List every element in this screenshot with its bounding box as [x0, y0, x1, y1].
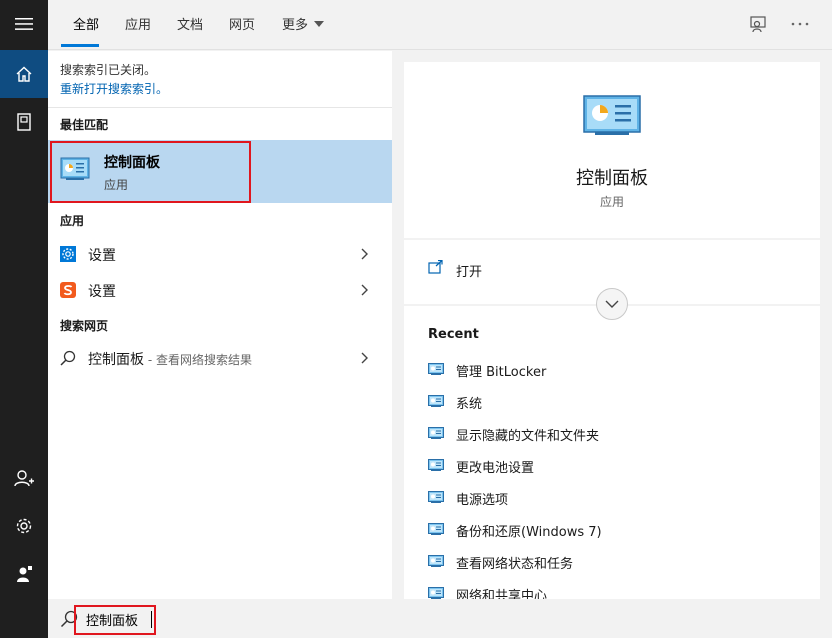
recent-list: Recent 管理 BitLocker 系统显示隐藏的文件和文件夹 更改电池设置 电源…: [404, 306, 820, 599]
expand-button[interactable]: [596, 288, 628, 320]
recent-item[interactable]: 备份和还原(Windows 7): [428, 518, 808, 542]
detail-header: 控制面板 应用: [404, 62, 820, 238]
open-label: 打开: [456, 265, 483, 280]
chevron-down-icon: [314, 21, 325, 27]
reenable-index-link[interactable]: 重新打开搜索索引。: [60, 80, 168, 99]
recent-item-label: 查看网络状态和任务: [456, 557, 574, 572]
results-panel: 搜索索引已关闭。 重新打开搜索索引。 最佳匹配 控制面板 应用 应用 设置 设置…: [48, 51, 392, 599]
recent-item-label: 更改电池设置: [456, 461, 535, 476]
tab-all[interactable]: 全部: [73, 14, 99, 48]
detail-title: 控制面板: [576, 168, 648, 189]
detail-subtitle: 应用: [599, 195, 624, 209]
chevron-right-icon[interactable]: [361, 248, 369, 260]
recent-item[interactable]: 电源选项: [428, 486, 808, 510]
hamburger-menu-icon[interactable]: [0, 0, 48, 48]
feedback-person-icon[interactable]: [0, 550, 48, 598]
tab-apps[interactable]: 应用: [125, 14, 151, 48]
recent-item[interactable]: 系统: [428, 390, 808, 414]
control-panel-item-icon: [428, 459, 444, 475]
recent-item-label: 管理 BitLocker: [456, 365, 547, 380]
search-icon: [60, 350, 76, 366]
settings-app-icon: [60, 246, 76, 262]
recent-item[interactable]: 显示隐藏的文件和文件夹: [428, 422, 808, 446]
list-item-settings[interactable]: 设置: [48, 237, 392, 271]
feedback-icon[interactable]: [746, 12, 770, 36]
list-item-label: 设置: [88, 248, 116, 264]
active-tab-indicator: [61, 44, 99, 47]
open-icon: [428, 260, 443, 274]
list-item-label: 设置: [88, 284, 116, 300]
recent-item-label: 备份和还原(Windows 7): [456, 525, 602, 540]
search-annotation-box: [74, 605, 156, 635]
add-account-icon[interactable]: [0, 454, 48, 502]
list-item-sogou-settings[interactable]: 设置: [48, 273, 392, 307]
recent-item[interactable]: 更改电池设置: [428, 454, 808, 478]
recent-item-label: 网络和共享中心: [456, 589, 548, 599]
index-off-text: 搜索索引已关闭。: [60, 63, 157, 77]
top-bar: 全部 应用 文档 网页 更多: [48, 0, 832, 50]
tab-more-label: 更多: [282, 18, 309, 33]
control-panel-item-icon: [428, 555, 444, 571]
web-search-suffix: - 查看网络搜索结果: [144, 353, 252, 367]
recent-heading: Recent: [428, 327, 479, 342]
recent-item-label: 显示隐藏的文件和文件夹: [456, 429, 600, 444]
tab-web[interactable]: 网页: [229, 14, 255, 48]
list-item-web-search[interactable]: 控制面板 - 查看网络搜索结果: [48, 341, 392, 375]
tab-documents[interactable]: 文档: [177, 14, 203, 48]
control-panel-item-icon: [428, 491, 444, 507]
divider: [48, 107, 392, 108]
sogou-settings-icon: [60, 282, 76, 298]
best-match-heading: 最佳匹配: [60, 118, 109, 132]
scrollbar-track[interactable]: [820, 51, 832, 599]
control-panel-item-icon: [428, 523, 444, 539]
search-web-heading: 搜索网页: [60, 319, 109, 333]
recent-item[interactable]: 管理 BitLocker: [428, 358, 808, 382]
control-panel-item-icon: [428, 587, 444, 599]
search-bar: [48, 599, 832, 638]
left-rail: [0, 0, 48, 638]
notebook-icon[interactable]: [0, 98, 48, 146]
chevron-right-icon[interactable]: [361, 284, 369, 296]
control-panel-item-icon: [428, 427, 444, 443]
home-icon[interactable]: [0, 50, 48, 98]
chevron-right-icon[interactable]: [361, 352, 369, 364]
recent-item-label: 系统: [456, 397, 483, 412]
tab-more[interactable]: 更多: [282, 14, 325, 48]
web-search-label: 控制面板 - 查看网络搜索结果: [88, 349, 252, 369]
highlight-annotation-box: [50, 141, 251, 203]
recent-item-label: 电源选项: [456, 493, 509, 508]
apps-heading: 应用: [60, 214, 85, 228]
settings-gear-icon[interactable]: [0, 502, 48, 550]
recent-item[interactable]: 网络和共享中心: [428, 582, 808, 599]
control-panel-large-icon: [583, 95, 641, 135]
control-panel-item-icon: [428, 395, 444, 411]
chevron-down-icon: [605, 300, 619, 308]
more-options-icon[interactable]: [788, 12, 812, 36]
web-search-query: 控制面板: [88, 352, 144, 368]
text-cursor: [151, 611, 152, 628]
control-panel-item-icon: [428, 363, 444, 379]
index-notice: 搜索索引已关闭。 重新打开搜索索引。: [60, 61, 168, 99]
recent-item[interactable]: 查看网络状态和任务: [428, 550, 808, 574]
